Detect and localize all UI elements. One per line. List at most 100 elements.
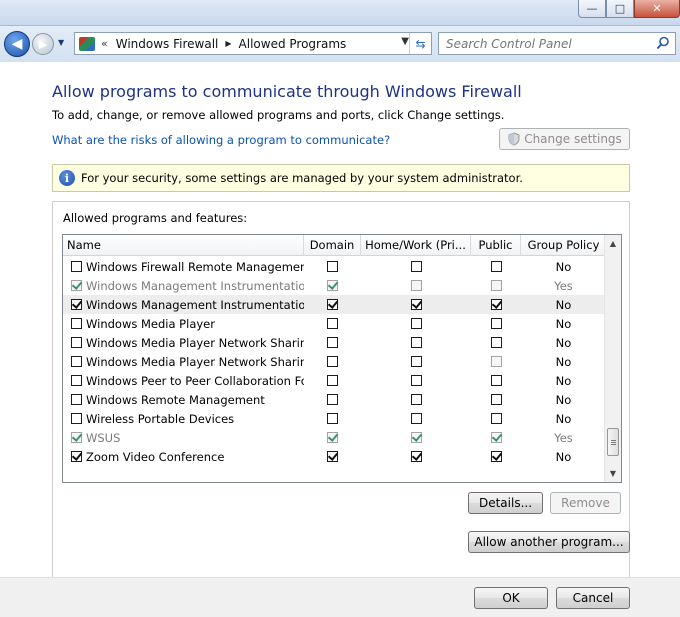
- table-row[interactable]: Windows Media Player Network Sharin... No: [63, 333, 606, 352]
- domain-checkbox[interactable]: [327, 299, 338, 310]
- breadcrumb-allowed-programs[interactable]: Allowed Programs: [239, 37, 347, 51]
- domain-cell: [304, 257, 361, 276]
- program-enabled-checkbox[interactable]: [71, 318, 82, 329]
- public-cell: [471, 314, 521, 333]
- column-header-domain[interactable]: Domain: [304, 235, 361, 256]
- home-work-cell: [361, 276, 471, 295]
- domain-checkbox[interactable]: [327, 394, 338, 405]
- ok-button[interactable]: OK: [474, 587, 548, 609]
- program-enabled-checkbox: [71, 280, 82, 291]
- close-button[interactable]: ✕: [634, 0, 680, 18]
- public-checkbox[interactable]: [490, 394, 502, 405]
- program-name: WSUS: [86, 430, 121, 445]
- search-box[interactable]: [438, 32, 676, 55]
- program-name: Zoom Video Conference: [86, 449, 225, 464]
- table-row[interactable]: Windows Remote Management No: [63, 390, 606, 409]
- column-header-name[interactable]: Name: [63, 235, 304, 256]
- home-work-checkbox[interactable]: [410, 356, 422, 367]
- home-work-checkbox[interactable]: [410, 413, 422, 424]
- public-checkbox[interactable]: [490, 261, 502, 272]
- table-row[interactable]: Wireless Portable Devices No: [63, 409, 606, 428]
- forward-button[interactable]: ▶: [32, 33, 54, 55]
- public-checkbox[interactable]: [490, 375, 502, 386]
- domain-checkbox[interactable]: [327, 451, 338, 462]
- cancel-button[interactable]: Cancel: [556, 587, 630, 609]
- search-icon[interactable]: [656, 36, 670, 50]
- public-checkbox[interactable]: [490, 318, 502, 329]
- breadcrumb-windows-firewall[interactable]: Windows Firewall: [116, 37, 219, 51]
- recent-pages-button[interactable]: ▼: [58, 38, 64, 47]
- public-checkbox[interactable]: [490, 451, 502, 462]
- details-button[interactable]: Details...: [468, 492, 543, 514]
- back-button[interactable]: ◀: [4, 31, 30, 57]
- public-checkbox[interactable]: [490, 337, 502, 348]
- scroll-grip: [611, 443, 616, 445]
- public-checkbox[interactable]: [490, 413, 502, 424]
- program-name: Windows Management Instrumentatio...: [86, 278, 304, 293]
- breadcrumb-separator-icon[interactable]: ▶: [225, 39, 231, 48]
- column-header-public[interactable]: Public: [471, 235, 521, 256]
- home-work-cell: [361, 352, 471, 371]
- column-header-group-policy[interactable]: Group Policy: [521, 235, 606, 256]
- home-work-checkbox[interactable]: [410, 299, 422, 310]
- program-enabled-checkbox[interactable]: [71, 394, 82, 405]
- home-work-checkbox[interactable]: [410, 394, 422, 405]
- remove-label: Remove: [561, 496, 610, 510]
- change-settings-button[interactable]: Change settings: [499, 128, 630, 150]
- domain-checkbox[interactable]: [327, 318, 338, 329]
- program-enabled-checkbox[interactable]: [71, 451, 82, 462]
- address-dropdown-icon[interactable]: ▼: [401, 36, 409, 47]
- table-row[interactable]: Windows Media Player No: [63, 314, 606, 333]
- public-checkbox[interactable]: [490, 299, 502, 310]
- table-row[interactable]: Windows Firewall Remote Management No: [63, 257, 606, 276]
- scroll-down-button[interactable]: ▼: [605, 465, 621, 482]
- program-enabled-checkbox[interactable]: [71, 299, 82, 310]
- domain-checkbox[interactable]: [327, 375, 338, 386]
- domain-cell: [304, 276, 361, 295]
- breadcrumb-overflow-button[interactable]: «: [101, 37, 108, 50]
- home-work-checkbox[interactable]: [410, 451, 422, 462]
- close-icon: ✕: [652, 2, 662, 15]
- maximize-button[interactable]: □: [606, 0, 634, 18]
- column-header-home-work[interactable]: Home/Work (Pri...: [361, 235, 471, 256]
- program-enabled-checkbox[interactable]: [71, 261, 82, 272]
- home-work-cell: [361, 314, 471, 333]
- home-work-checkbox[interactable]: [410, 337, 422, 348]
- allow-another-program-button[interactable]: Allow another program...: [468, 531, 630, 553]
- list-header: Name Domain Home/Work (Pri... Public Gro…: [63, 235, 606, 256]
- back-arrow-icon: ◀: [11, 36, 23, 52]
- home-work-checkbox[interactable]: [410, 318, 422, 329]
- program-enabled-checkbox[interactable]: [71, 375, 82, 386]
- scroll-thumb[interactable]: [607, 427, 619, 456]
- remove-button[interactable]: Remove: [550, 492, 621, 514]
- home-work-checkbox[interactable]: [410, 261, 422, 272]
- table-row[interactable]: Windows Media Player Network Sharin... No: [63, 352, 606, 371]
- table-row[interactable]: Windows Peer to Peer Collaboration Fo...…: [63, 371, 606, 390]
- table-row[interactable]: Windows Management Instrumentatio... No: [63, 295, 606, 314]
- address-bar[interactable]: « Windows Firewall ▶ Allowed Programs ▼ …: [74, 32, 432, 55]
- minimize-button[interactable]: —: [578, 0, 606, 18]
- program-name-cell: Windows Media Player Network Sharin...: [63, 352, 304, 371]
- program-enabled-checkbox[interactable]: [71, 337, 82, 348]
- info-text: For your security, some settings are man…: [81, 171, 523, 185]
- risks-link[interactable]: What are the risks of allowing a program…: [52, 133, 390, 147]
- search-input[interactable]: [446, 36, 646, 51]
- home-work-checkbox[interactable]: [410, 375, 422, 386]
- table-row[interactable]: WSUS Yes: [63, 428, 606, 447]
- program-name: Windows Management Instrumentatio...: [86, 297, 304, 312]
- table-row[interactable]: Zoom Video Conference No: [63, 447, 606, 466]
- domain-checkbox[interactable]: [327, 261, 338, 272]
- navigation-bar: ◀ ▶ ▼ « Windows Firewall ▶ Allowed Progr…: [0, 26, 680, 62]
- refresh-button[interactable]: ⇆: [409, 33, 431, 54]
- program-enabled-checkbox[interactable]: [71, 356, 82, 367]
- domain-checkbox[interactable]: [327, 337, 338, 348]
- domain-checkbox[interactable]: [327, 413, 338, 424]
- program-enabled-checkbox[interactable]: [71, 413, 82, 424]
- programs-list[interactable]: Name Domain Home/Work (Pri... Public Gro…: [62, 234, 622, 483]
- table-row[interactable]: Windows Management Instrumentatio... Yes: [63, 276, 606, 295]
- chevron-down-icon: ▼: [58, 38, 65, 47]
- domain-checkbox[interactable]: [327, 356, 338, 367]
- public-cell: [471, 276, 521, 295]
- scroll-up-button[interactable]: ▲: [605, 235, 621, 252]
- list-scrollbar[interactable]: ▲ ▼: [604, 235, 621, 482]
